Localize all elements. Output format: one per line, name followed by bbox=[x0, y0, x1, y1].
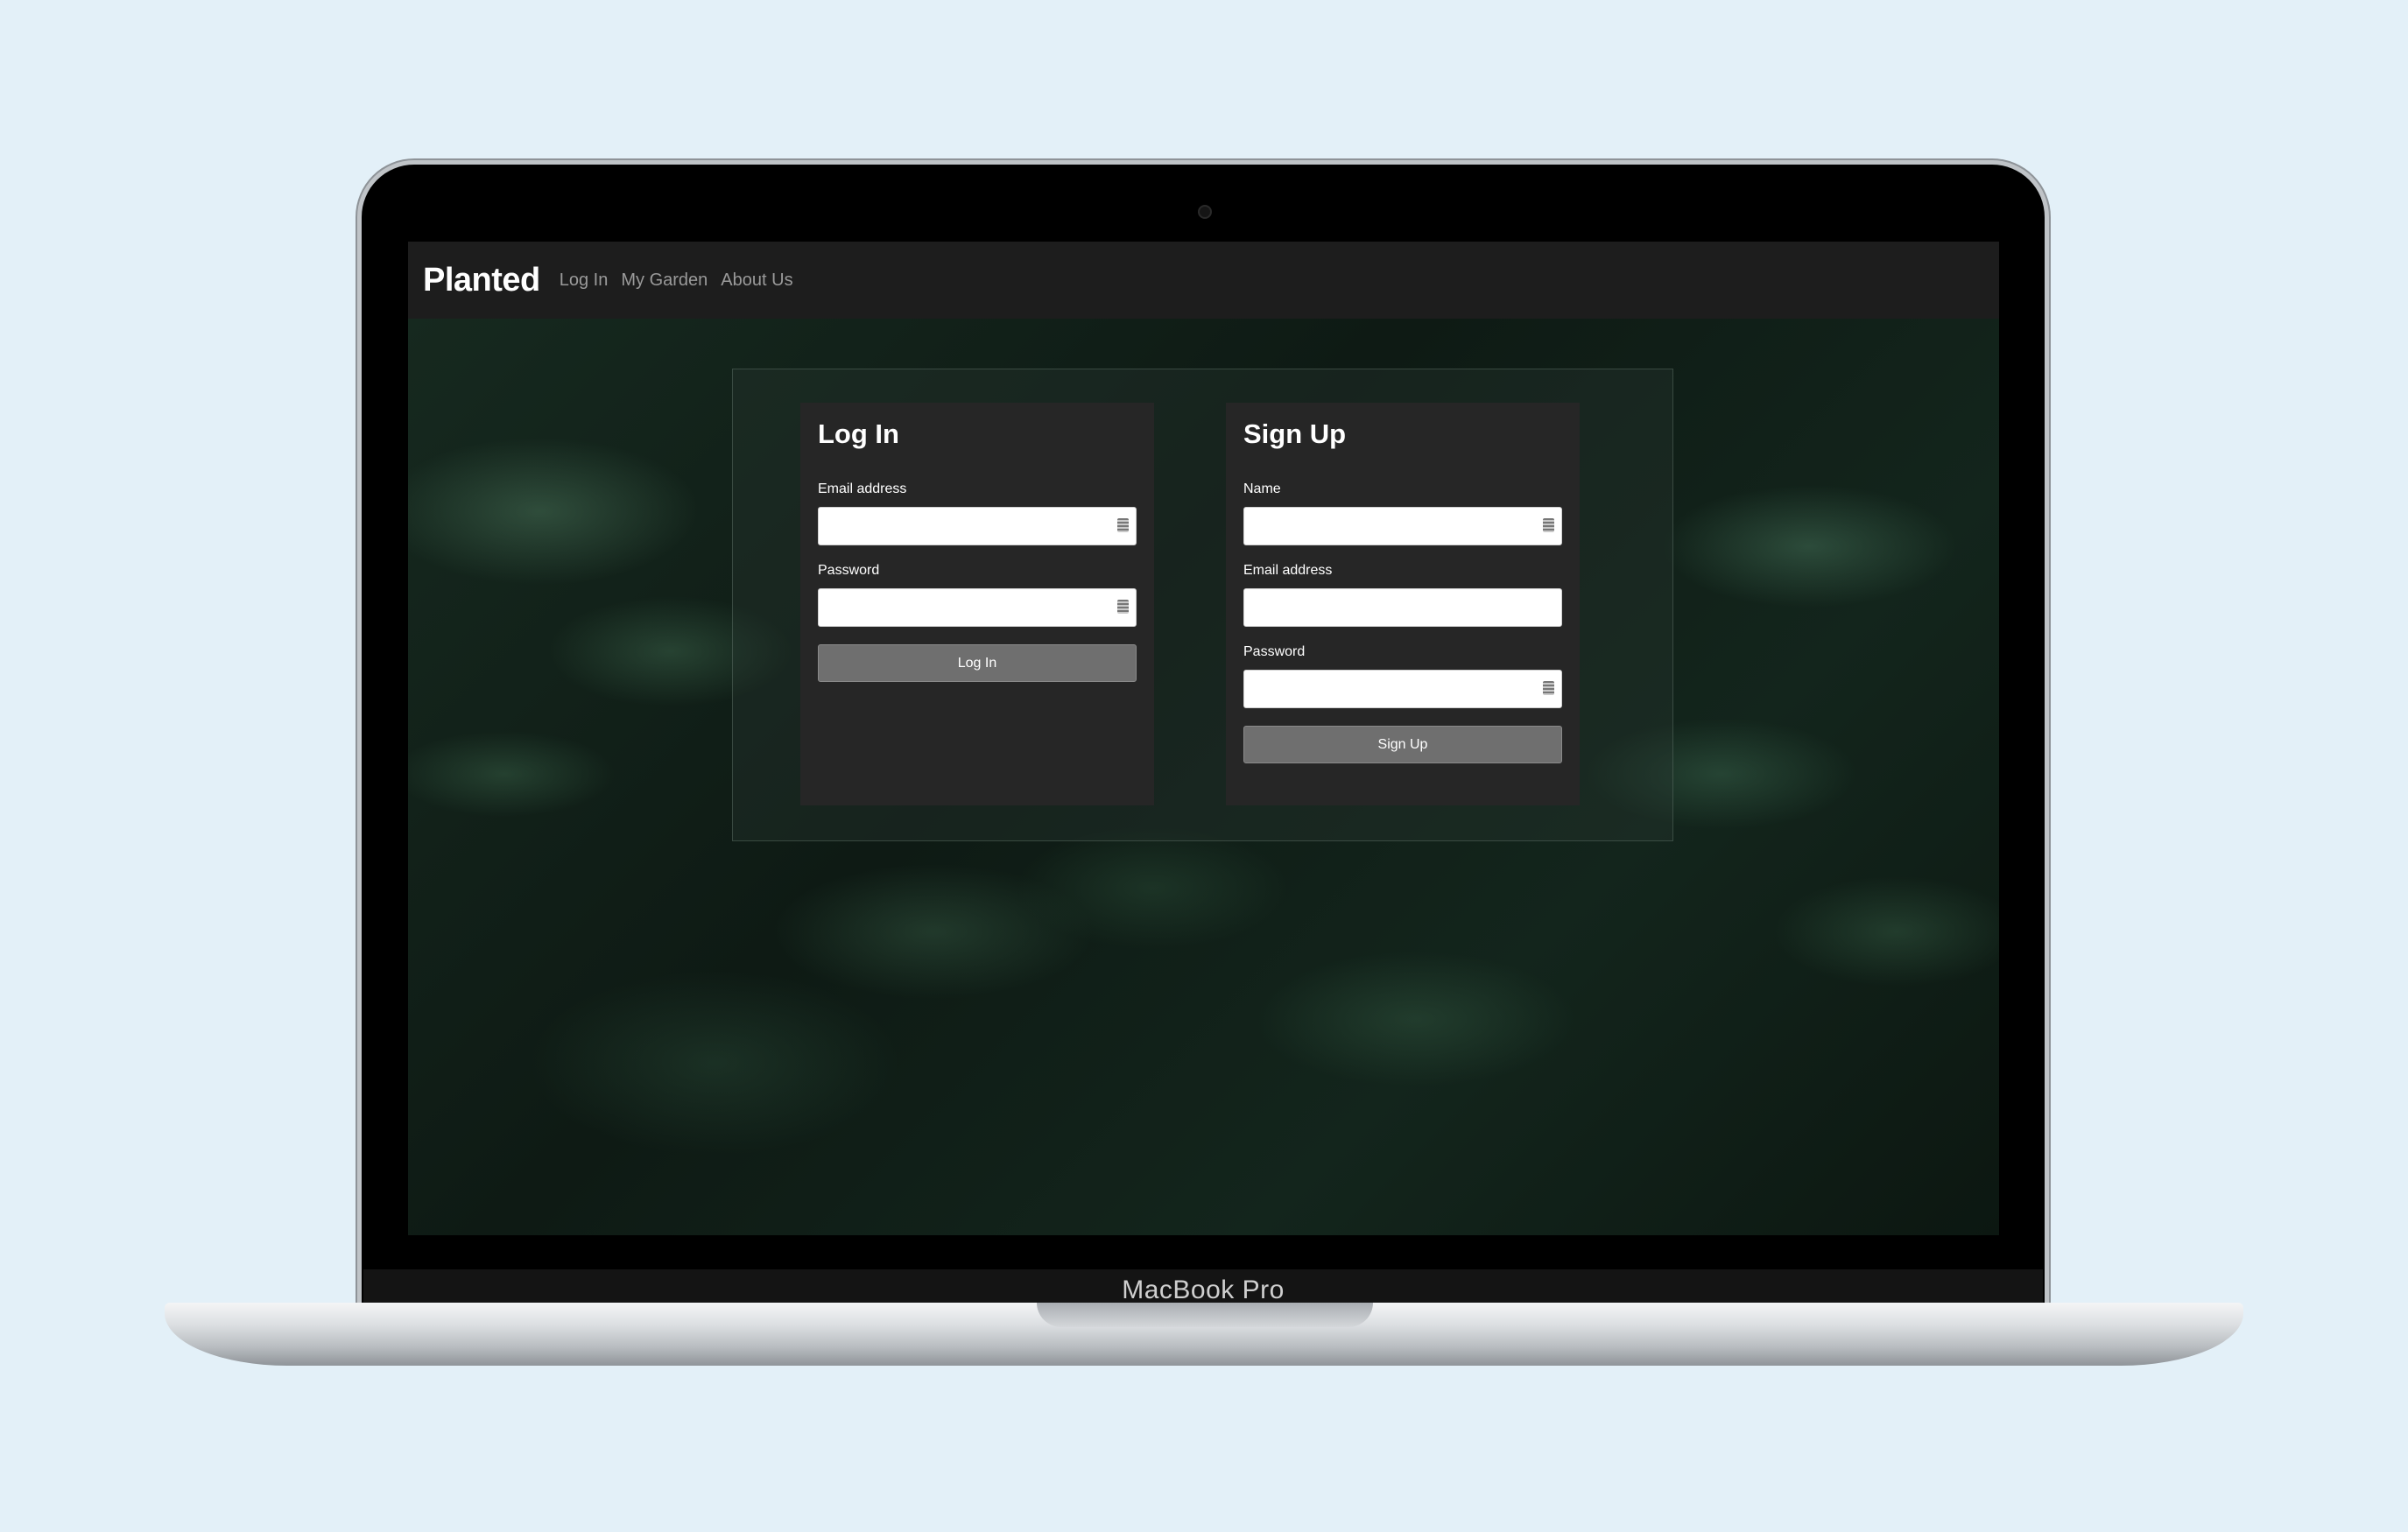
webcam-icon bbox=[1198, 205, 1212, 219]
login-password-input[interactable] bbox=[819, 589, 1136, 626]
brand-logo[interactable]: Planted bbox=[423, 262, 540, 299]
password-manager-key-icon[interactable] bbox=[1117, 518, 1129, 532]
device-label: MacBook Pro bbox=[1122, 1275, 1285, 1304]
signup-card: Sign Up Name Email address Password Sign… bbox=[1226, 403, 1580, 805]
leaf-background: Log In Email address Password Log In Sig… bbox=[408, 319, 1999, 1235]
signup-email-input[interactable] bbox=[1244, 589, 1561, 626]
login-email-input[interactable] bbox=[819, 508, 1136, 545]
nav-link-about-us[interactable]: About Us bbox=[721, 271, 792, 291]
login-card: Log In Email address Password Log In bbox=[800, 403, 1154, 805]
login-button[interactable]: Log In bbox=[818, 644, 1137, 682]
login-password-label: Password bbox=[818, 563, 880, 578]
signup-title: Sign Up bbox=[1243, 418, 1347, 449]
auth-container: Log In Email address Password Log In Sig… bbox=[732, 369, 1673, 841]
login-email-label: Email address bbox=[818, 481, 907, 496]
signup-password-field[interactable] bbox=[1243, 670, 1562, 708]
password-manager-key-icon[interactable] bbox=[1117, 600, 1129, 614]
laptop-base bbox=[165, 1303, 2243, 1366]
laptop-screen: Planted Log In My Garden About Us Log In… bbox=[408, 242, 1999, 1235]
signup-email-label: Email address bbox=[1243, 563, 1333, 578]
navbar: Planted Log In My Garden About Us bbox=[408, 242, 1999, 319]
login-email-field[interactable] bbox=[818, 507, 1137, 545]
signup-name-label: Name bbox=[1243, 481, 1281, 496]
signup-email-field[interactable] bbox=[1243, 588, 1562, 627]
password-manager-key-icon[interactable] bbox=[1543, 518, 1554, 532]
login-title: Log In bbox=[818, 418, 899, 449]
signup-name-input[interactable] bbox=[1244, 508, 1561, 545]
nav-link-log-in[interactable]: Log In bbox=[560, 271, 609, 291]
nav-link-my-garden[interactable]: My Garden bbox=[621, 271, 708, 291]
laptop-notch bbox=[1037, 1303, 1373, 1327]
login-password-field[interactable] bbox=[818, 588, 1137, 627]
signup-name-field[interactable] bbox=[1243, 507, 1562, 545]
password-manager-key-icon[interactable] bbox=[1543, 681, 1554, 695]
signup-password-input[interactable] bbox=[1244, 671, 1561, 707]
signup-password-label: Password bbox=[1243, 644, 1306, 659]
signup-button[interactable]: Sign Up bbox=[1243, 726, 1562, 763]
